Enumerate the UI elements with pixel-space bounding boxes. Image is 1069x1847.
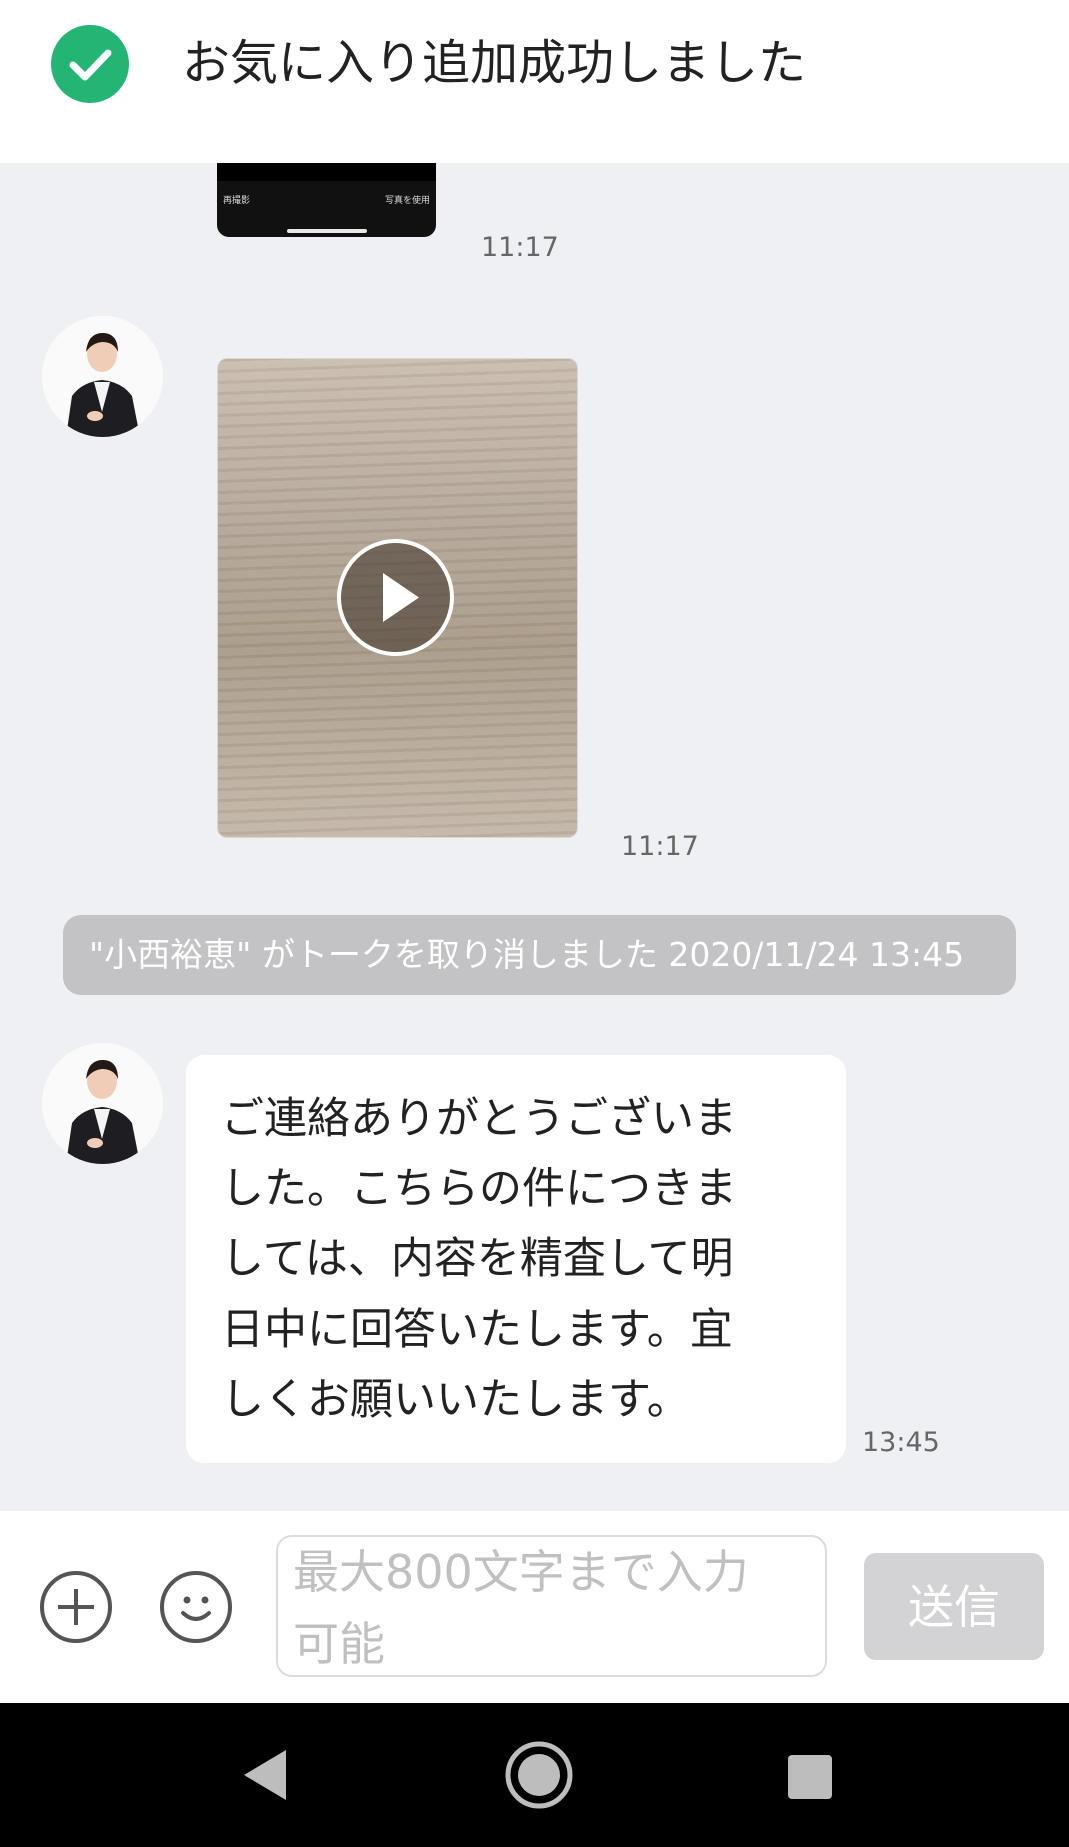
video-message[interactable] — [217, 358, 578, 838]
check-icon — [51, 25, 129, 103]
message-line: しては、内容を精査して明 — [221, 1234, 734, 1284]
message-time: 11:17 — [621, 831, 699, 862]
message-input[interactable]: 最大800文字まで入力 可能 — [276, 1535, 827, 1677]
play-icon[interactable] — [337, 539, 454, 656]
message-line: した。こちらの件につきま — [221, 1164, 737, 1214]
avatar[interactable] — [42, 316, 163, 437]
favorite-toast: お気に入り追加成功しました — [0, 0, 1069, 163]
message-line: 日中に回答いたします。宜 — [221, 1305, 733, 1355]
emoji-icon[interactable] — [160, 1571, 232, 1643]
system-notice: "小西裕恵" がトークを取り消しました 2020/11/24 13:45 — [63, 915, 1016, 995]
message-input-bar: 最大800文字まで入力 可能 送信 — [0, 1511, 1069, 1703]
message-bubble[interactable]: ご連絡ありがとうございま した。こちらの件につきま しては、内容を精査して明 日… — [186, 1055, 846, 1463]
photo-message[interactable]: 再撮影 写真を使用 — [217, 163, 436, 237]
message-line: しくお願いいたします。 — [221, 1375, 690, 1425]
avatar[interactable] — [42, 1043, 163, 1164]
add-icon[interactable] — [40, 1571, 112, 1643]
notice-text: "小西裕恵" がトークを取り消しました 2020/11/24 13:45 — [89, 935, 965, 974]
back-icon[interactable] — [240, 1748, 290, 1802]
send-button[interactable]: 送信 — [864, 1553, 1044, 1660]
send-label: 送信 — [908, 1580, 1000, 1634]
message-time: 13:45 — [862, 1427, 940, 1458]
retake-label: 再撮影 — [223, 196, 251, 206]
system-nav-bar — [0, 1703, 1069, 1847]
input-placeholder: 最大800文字まで入力 — [293, 1545, 749, 1599]
recents-icon[interactable] — [786, 1753, 834, 1801]
use-photo-label: 写真を使用 — [384, 196, 430, 206]
input-placeholder: 可能 — [293, 1617, 385, 1671]
message-time: 11:17 — [481, 232, 559, 263]
home-icon[interactable] — [505, 1741, 573, 1809]
toast-message: お気に入り追加成功しました — [182, 35, 807, 91]
message-line: ご連絡ありがとうございま — [221, 1094, 737, 1144]
